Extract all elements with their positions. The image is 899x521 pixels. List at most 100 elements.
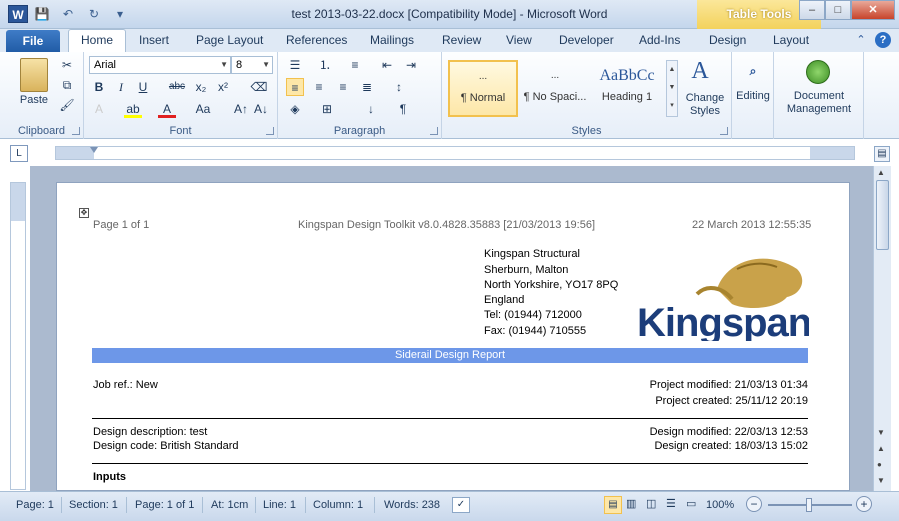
- print-layout-icon[interactable]: ▤: [604, 496, 622, 514]
- tab-review[interactable]: Review: [442, 33, 481, 47]
- status-section[interactable]: Section: 1: [69, 499, 118, 511]
- report-title-bar: Siderail Design Report: [92, 348, 808, 363]
- status-words[interactable]: Words: 238: [384, 499, 440, 511]
- tab-view[interactable]: View: [506, 33, 532, 47]
- numbering-icon[interactable]: ⒈: [316, 56, 334, 74]
- view-ruler-icon[interactable]: ▤: [874, 146, 890, 162]
- tab-right-icons: ⌃ ?: [853, 32, 891, 48]
- paste-button[interactable]: Paste: [14, 94, 54, 106]
- highlight-icon[interactable]: ab: [124, 100, 142, 118]
- tab-home[interactable]: Home: [68, 29, 127, 53]
- paragraph-group: ☰ ⒈ ≡ ⇤ ⇥ ≡ ≡ ≡ ≣ ↕ ◈ ⊞ ↓ ¶ Paragraph: [278, 52, 442, 139]
- help-icon[interactable]: ?: [875, 32, 891, 48]
- status-column[interactable]: Column: 1: [313, 499, 363, 511]
- close-icon[interactable]: ✕: [851, 0, 895, 20]
- vertical-ruler[interactable]: [10, 182, 26, 490]
- tab-file[interactable]: File: [6, 30, 60, 52]
- align-center-icon[interactable]: ≡: [310, 78, 328, 96]
- clipboard-launcher-icon[interactable]: [72, 127, 80, 135]
- styles-launcher-icon[interactable]: [720, 127, 728, 135]
- multilevel-list-icon[interactable]: ≡: [346, 56, 364, 74]
- paragraph-launcher-icon[interactable]: [430, 127, 438, 135]
- tab-page-layout[interactable]: Page Layout: [196, 33, 263, 47]
- tab-mailings[interactable]: Mailings: [370, 33, 414, 47]
- text-effects-icon[interactable]: A: [90, 100, 108, 118]
- format-painter-icon[interactable]: 🖌: [58, 96, 76, 114]
- tab-references[interactable]: References: [286, 33, 347, 47]
- strikethrough-icon[interactable]: abc: [168, 78, 186, 96]
- full-screen-reading-icon[interactable]: ▥: [626, 497, 636, 510]
- font-family-select[interactable]: Arial ▼: [89, 56, 231, 74]
- font-color-icon[interactable]: A: [158, 100, 176, 118]
- style-no-spacing[interactable]: ... ¶ No Spaci...: [520, 60, 590, 117]
- status-at[interactable]: At: 1cm: [211, 499, 248, 511]
- web-layout-icon[interactable]: ◫: [646, 497, 656, 510]
- style-heading-1[interactable]: AaBbCc Heading 1: [592, 60, 662, 117]
- draft-icon[interactable]: ▭: [686, 497, 696, 510]
- underline-icon[interactable]: U: [134, 78, 152, 96]
- editing-button[interactable]: Editing: [732, 90, 774, 102]
- scroll-thumb[interactable]: [876, 180, 889, 250]
- status-line[interactable]: Line: 1: [263, 499, 296, 511]
- minimize-ribbon-icon[interactable]: ⌃: [853, 32, 869, 48]
- maximize-icon[interactable]: □: [825, 0, 851, 20]
- browse-object-icon[interactable]: ●: [877, 460, 882, 469]
- cut-icon[interactable]: ✂: [58, 56, 76, 74]
- bold-icon[interactable]: B: [90, 78, 108, 96]
- binoculars-icon[interactable]: ⌕: [744, 62, 762, 80]
- change-styles-icon[interactable]: A: [686, 58, 714, 85]
- zoom-slider-thumb[interactable]: [806, 498, 812, 512]
- scroll-down-icon[interactable]: ▼: [877, 428, 885, 437]
- tab-add-ins[interactable]: Add-Ins: [639, 33, 680, 47]
- tab-insert[interactable]: Insert: [139, 33, 169, 47]
- font-launcher-icon[interactable]: [266, 127, 274, 135]
- align-left-icon[interactable]: ≡: [286, 78, 304, 96]
- paste-icon[interactable]: [20, 58, 48, 92]
- styles-scroll[interactable]: ▲ ▼ ▾: [666, 60, 678, 117]
- scroll-up-icon[interactable]: ▲: [877, 168, 885, 177]
- status-page[interactable]: Page: 1: [16, 499, 54, 511]
- bullets-icon[interactable]: ☰: [286, 56, 304, 74]
- outline-icon[interactable]: ☰: [666, 497, 676, 510]
- zoom-out-icon[interactable]: −: [746, 496, 762, 512]
- proofing-icon[interactable]: ✓: [452, 497, 470, 513]
- zoom-level[interactable]: 100%: [706, 499, 734, 511]
- tab-layout[interactable]: Layout: [773, 33, 809, 47]
- previous-page-icon[interactable]: ▲: [877, 444, 885, 453]
- tab-design[interactable]: Design: [709, 33, 746, 47]
- font-size-select[interactable]: 8 ▼: [231, 56, 273, 74]
- italic-icon[interactable]: I: [112, 78, 130, 96]
- first-line-indent-marker[interactable]: [90, 147, 98, 159]
- line-spacing-icon[interactable]: ↕: [390, 78, 408, 96]
- tab-selector[interactable]: L: [10, 145, 28, 162]
- status-page-of[interactable]: Page: 1 of 1: [135, 499, 194, 511]
- copy-icon[interactable]: ⧉: [58, 76, 76, 94]
- minimize-icon[interactable]: –: [799, 0, 825, 20]
- superscript-icon[interactable]: x²: [214, 78, 232, 96]
- justify-icon[interactable]: ≣: [358, 78, 376, 96]
- increase-indent-icon[interactable]: ⇥: [402, 56, 420, 74]
- vertical-scrollbar[interactable]: ▲ ▼ ▲ ● ▼: [873, 166, 891, 491]
- style-normal[interactable]: ... ¶ Normal: [448, 60, 518, 117]
- subscript-icon[interactable]: x₂: [192, 78, 210, 96]
- shading-icon[interactable]: ◈: [286, 100, 304, 118]
- change-styles-button[interactable]: Change Styles: [682, 92, 728, 118]
- grow-font-icon[interactable]: A↑: [232, 100, 250, 118]
- align-right-icon[interactable]: ≡: [334, 78, 352, 96]
- borders-icon[interactable]: ⊞: [318, 100, 336, 118]
- clear-formatting-icon[interactable]: ⌫: [250, 78, 268, 96]
- tab-developer[interactable]: Developer: [559, 33, 614, 47]
- table-move-handle-icon[interactable]: ✥: [79, 208, 89, 218]
- title-bar: W 💾 ↶ ↻ ▾ test 2013-03-22.docx [Compatib…: [0, 0, 899, 29]
- shrink-font-icon[interactable]: A↓: [252, 100, 270, 118]
- change-case-icon[interactable]: Aa: [194, 100, 212, 118]
- horizontal-ruler[interactable]: [55, 146, 855, 160]
- job-ref: Job ref.: New: [93, 379, 158, 391]
- document-management-icon[interactable]: [806, 60, 830, 84]
- document-management-button[interactable]: Document Management: [774, 90, 864, 116]
- show-paragraph-marks-icon[interactable]: ¶: [394, 100, 412, 118]
- zoom-in-icon[interactable]: +: [856, 496, 872, 512]
- decrease-indent-icon[interactable]: ⇤: [378, 56, 396, 74]
- sort-icon[interactable]: ↓: [362, 100, 380, 118]
- next-page-icon[interactable]: ▼: [877, 476, 885, 485]
